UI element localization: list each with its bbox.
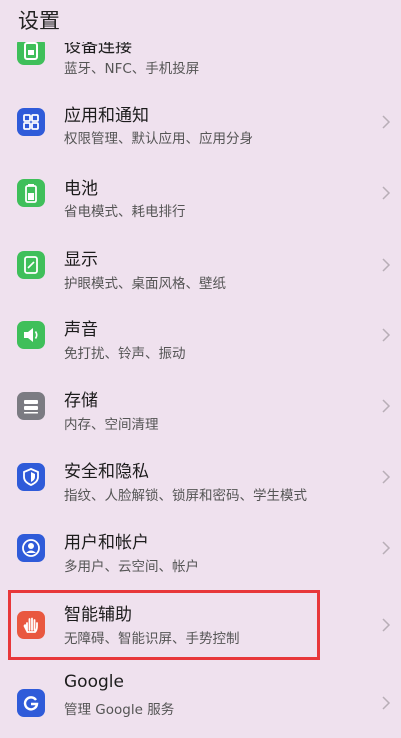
item-subtitle: 省电模式、耗电排行 <box>64 204 186 220</box>
item-title: 用户和帐户 <box>64 533 149 553</box>
settings-item-sound[interactable]: 声音 免打扰、铃声、振动 <box>0 300 401 370</box>
item-title: 应用和通知 <box>64 106 149 126</box>
chevron-right-icon <box>381 540 391 556</box>
chevron-right-icon <box>381 695 391 711</box>
settings-list: 设备连接 蓝牙、NFC、手机投屏 应用和通知 权限管理、默认应用、应用分身 电池… <box>0 0 401 718</box>
item-subtitle: 免打扰、铃声、振动 <box>64 346 186 362</box>
chevron-right-icon <box>381 327 391 343</box>
item-title: 智能辅助 <box>64 605 132 625</box>
item-subtitle: 指纹、人脸解锁、锁屏和密码、学生模式 <box>64 488 307 504</box>
chevron-right-icon <box>381 469 391 485</box>
item-title: 存储 <box>64 391 98 411</box>
settings-item-google[interactable]: Google 管理 Google 服务 <box>0 668 401 738</box>
item-subtitle: 护眼模式、桌面风格、壁纸 <box>64 276 226 292</box>
chevron-right-icon <box>381 185 391 201</box>
settings-item-storage[interactable]: 存储 内存、空间清理 <box>0 371 401 441</box>
apps-icon <box>17 108 45 136</box>
google-icon <box>17 689 45 717</box>
item-title: 安全和隐私 <box>64 462 149 482</box>
settings-item-battery[interactable]: 电池 省电模式、耗电排行 <box>0 158 401 228</box>
settings-item-users-accounts[interactable]: 用户和帐户 多用户、云空间、帐户 <box>0 513 401 583</box>
item-title: 显示 <box>64 250 98 270</box>
storage-icon <box>17 392 45 420</box>
settings-item-apps-notifications[interactable]: 应用和通知 权限管理、默认应用、应用分身 <box>0 87 401 157</box>
item-subtitle: 管理 Google 服务 <box>64 702 175 718</box>
chevron-right-icon <box>381 257 391 273</box>
hand-icon <box>17 611 45 639</box>
user-icon <box>17 534 45 562</box>
battery-icon <box>17 179 45 207</box>
item-subtitle: 多用户、云空间、帐户 <box>64 559 199 575</box>
item-subtitle: 内存、空间清理 <box>64 417 159 433</box>
settings-item-smart-assistance[interactable]: 智能辅助 无障碍、智能识屏、手势控制 <box>0 590 401 660</box>
shield-icon <box>17 463 45 491</box>
chevron-right-icon <box>381 398 391 414</box>
settings-item-display[interactable]: 显示 护眼模式、桌面风格、壁纸 <box>0 230 401 300</box>
item-subtitle: 蓝牙、NFC、手机投屏 <box>64 61 200 77</box>
page-title: 设置 <box>18 9 60 33</box>
settings-item-security-privacy[interactable]: 安全和隐私 指纹、人脸解锁、锁屏和密码、学生模式 <box>0 442 401 512</box>
display-icon <box>17 251 45 279</box>
sound-icon <box>17 321 45 349</box>
item-subtitle: 权限管理、默认应用、应用分身 <box>64 131 253 147</box>
item-subtitle: 无障碍、智能识屏、手势控制 <box>64 631 240 647</box>
chevron-right-icon <box>381 114 391 130</box>
top-bar: 设置 <box>0 0 401 42</box>
item-title: Google <box>64 672 124 692</box>
chevron-right-icon <box>381 617 391 633</box>
item-title: 声音 <box>64 320 98 340</box>
item-title: 电池 <box>64 179 98 199</box>
